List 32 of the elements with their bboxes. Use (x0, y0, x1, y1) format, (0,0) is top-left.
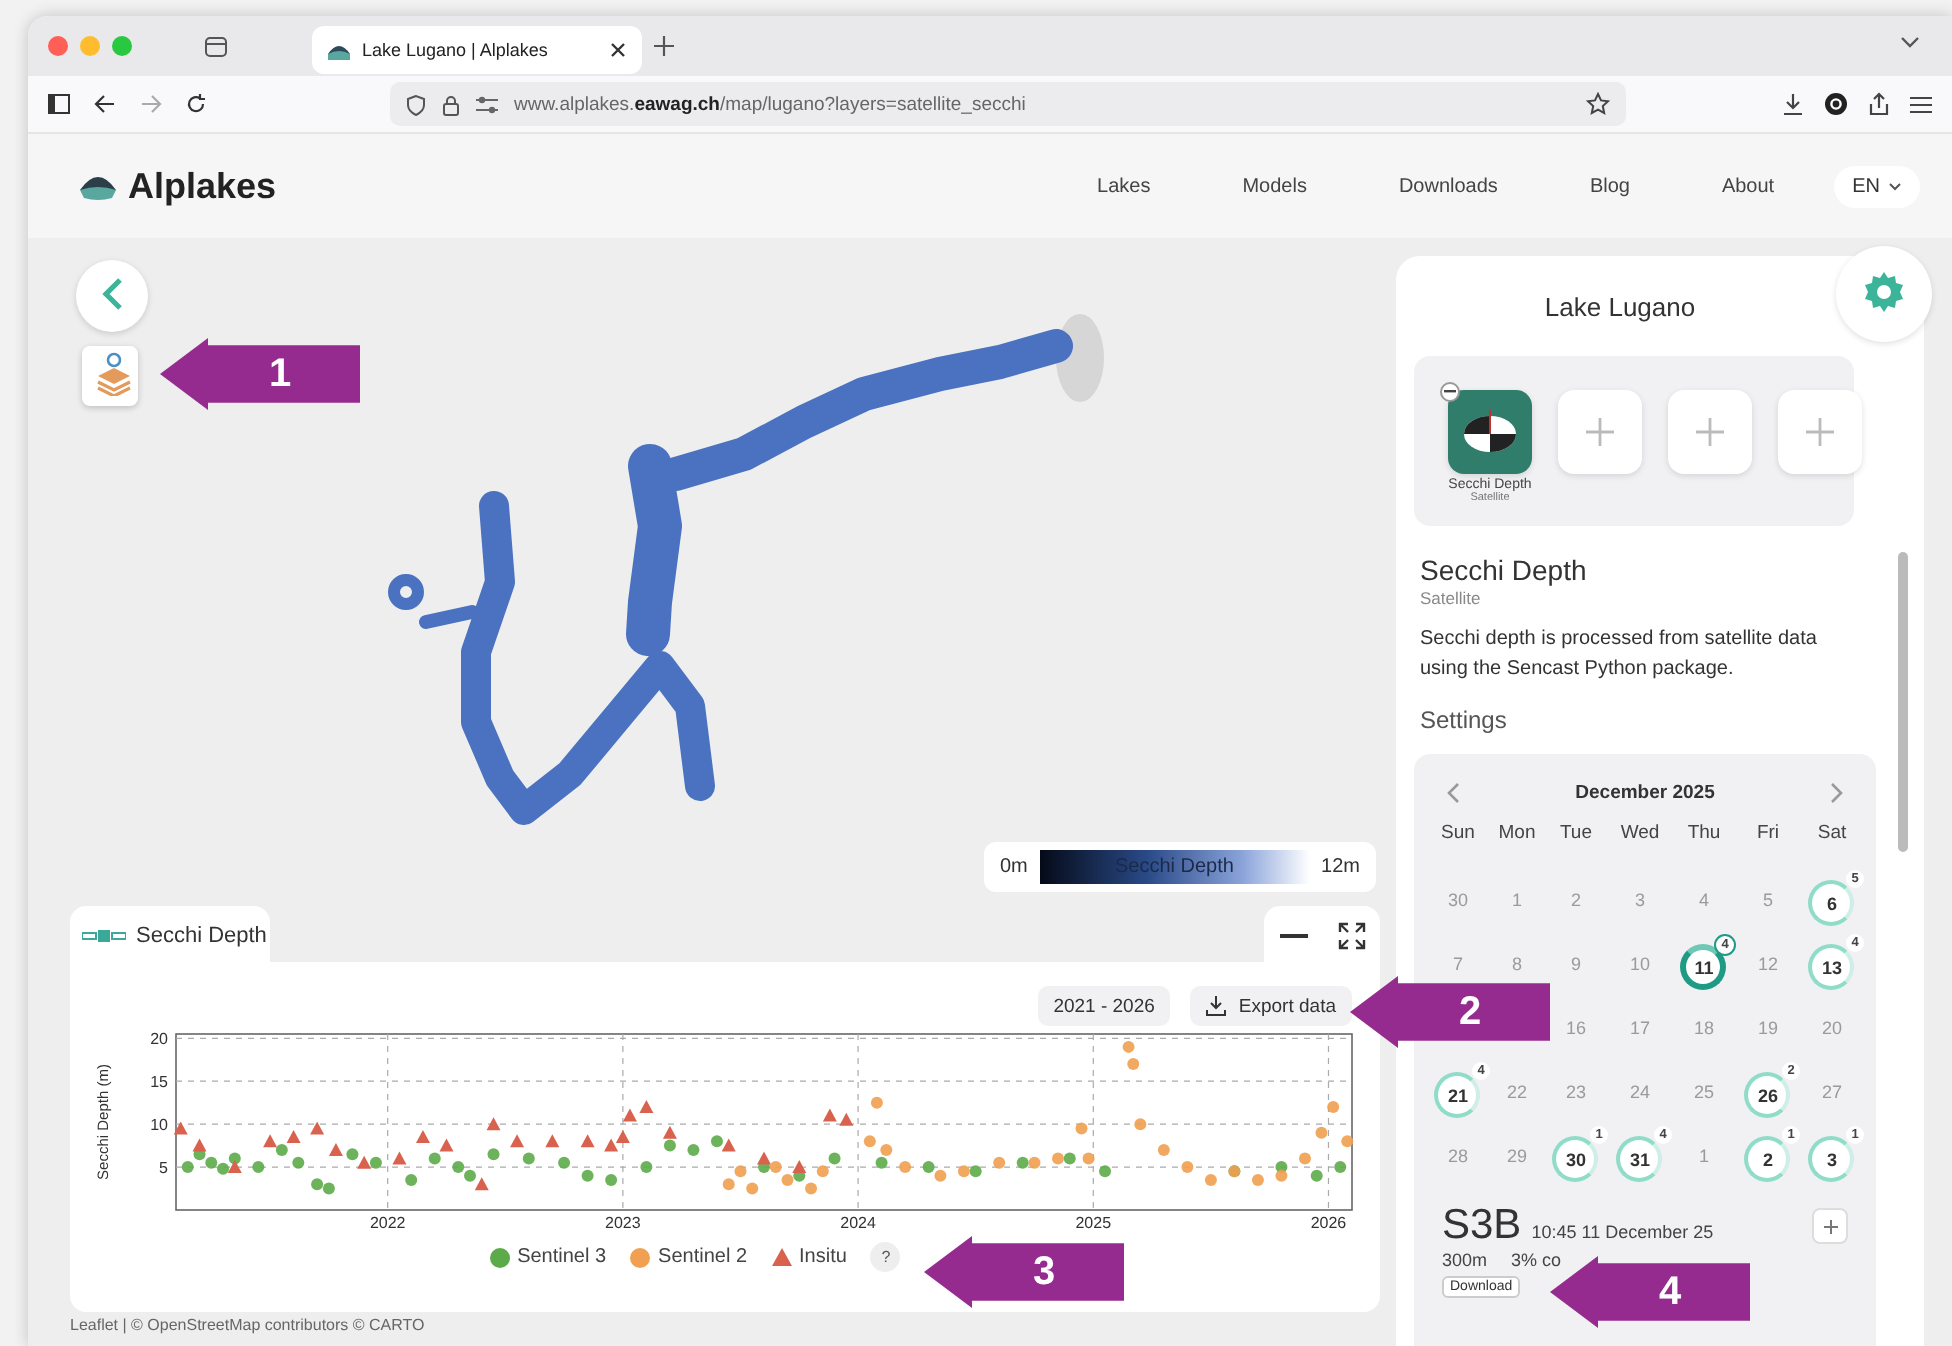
weekday-label: Fri (1754, 822, 1782, 848)
x-tick-label: 2026 (1310, 1214, 1347, 1232)
x-tick-label: 2022 (369, 1214, 406, 1232)
weekday-label: Tue (1557, 822, 1595, 848)
weekday-label: Thu (1685, 822, 1723, 848)
image-resolution: 300m (1442, 1250, 1488, 1270)
x-tick-label: 2025 (1075, 1214, 1112, 1232)
legend-min-label: 0m (1000, 856, 1028, 878)
weekday-label: Mon (1496, 822, 1538, 848)
satellite-name: S3B (1442, 1202, 1522, 1250)
map-attribution: Leaflet | © OpenStreetMap contributors © CARTO (70, 1316, 425, 1334)
image-coverage: 3% co (1511, 1250, 1562, 1270)
weekday-label: Sun (1439, 822, 1477, 848)
legend-label: Sentinel 2 (658, 1246, 748, 1268)
weekday-label: Sat (1815, 822, 1849, 848)
layer-source: Satellite (1420, 588, 1483, 608)
calendar-month: December 2025 (1575, 781, 1715, 803)
layer-title: Secchi Depth (1420, 554, 1589, 586)
panel-title: Lake Lugano (1544, 291, 1696, 321)
y-tick-label: 5 (159, 1159, 168, 1178)
y-tick-label: 10 (150, 1116, 168, 1135)
image-time: 10:45 11 December 25 (1531, 1222, 1714, 1242)
y-tick-label: 20 (150, 1030, 168, 1049)
legend-max-label: 12m (1321, 856, 1360, 878)
weekday-label: Wed (1618, 822, 1662, 848)
x-tick-label: 2024 (840, 1214, 876, 1232)
x-tick-label: 2023 (605, 1214, 641, 1232)
legend-label: Sentinel 3 (517, 1246, 607, 1268)
settings-heading: Settings (1420, 706, 1509, 734)
legend-label: Insitu (799, 1246, 847, 1268)
layer-description: Secchi depth is processed from satellite data using the Sencast Python package. (1420, 626, 1819, 684)
y-tick-label: 15 (150, 1073, 168, 1092)
